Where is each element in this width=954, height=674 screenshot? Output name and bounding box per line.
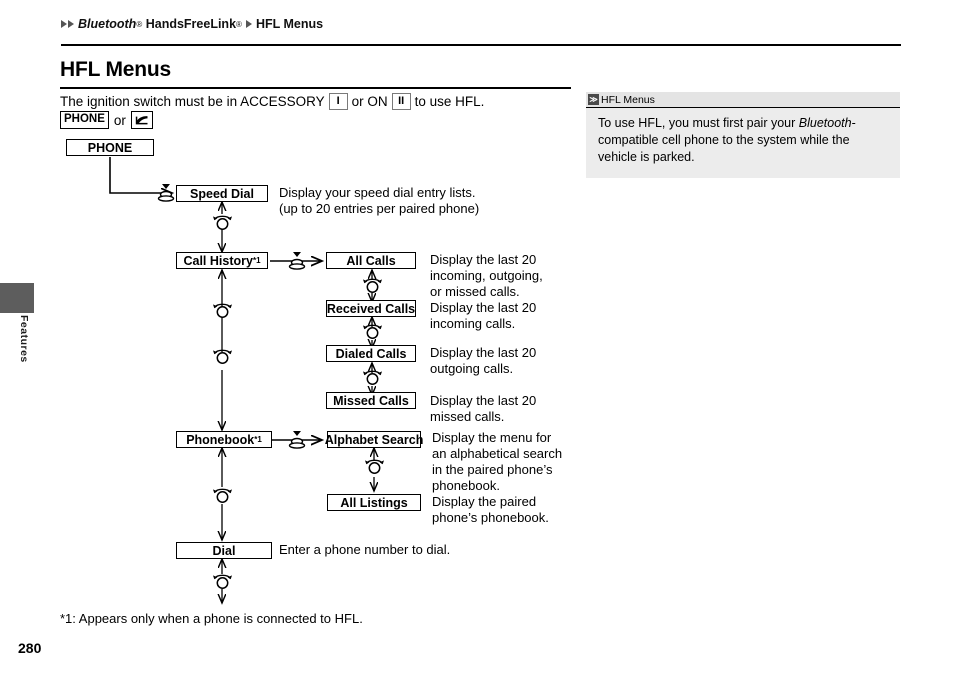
flow-node-phonebook[interactable]: Phonebook *1 [176,431,272,448]
knob-rotate-icon [213,303,232,318]
page-number: 280 [18,640,42,656]
footnote-marker: *1 [254,435,262,444]
flow-node-dialed-calls[interactable]: Dialed Calls [326,345,416,362]
flow-node-received-calls[interactable]: Received Calls [326,300,416,317]
knob-rotate-icon [213,488,232,503]
flow-node-call-history-label: Call History [183,253,253,268]
flow-node-all-calls[interactable]: All Calls [326,252,416,269]
knob-rotate-icon [213,574,232,589]
knob-press-icon [157,184,175,202]
flow-node-call-history[interactable]: Call History *1 [176,252,268,269]
flowchart-connectors [109,157,954,674]
flow-node-all-listings[interactable]: All Listings [327,494,421,511]
flow-node-speed-dial[interactable]: Speed Dial [176,185,268,202]
description-dial: Enter a phone number to dial. [279,542,451,557]
flow-node-alphabet-search[interactable]: Alphabet Search [325,431,423,448]
description-all-listings: Display the paired phone’s phonebook. [432,494,549,525]
flow-node-phone[interactable]: PHONE [66,139,154,156]
description-all-calls: Display the last 20 incoming, outgoing, … [430,252,543,299]
flow-node-phonebook-label: Phonebook [186,432,255,447]
description-speed-dial: Display your speed dial entry lists. (up… [279,185,480,216]
knob-rotate-icon [363,324,382,339]
flow-node-missed-calls[interactable]: Missed Calls [326,392,416,409]
knob-rotate-icon [213,349,232,364]
flow-node-dial[interactable]: Dial [176,542,272,559]
knob-rotate-icon [213,215,232,230]
footnote-text: *1: Appears only when a phone is connect… [60,611,363,626]
description-received-calls: Display the last 20 incoming calls. [430,300,537,331]
footnote-marker: *1 [252,256,261,265]
knob-rotate-icon [363,370,382,385]
description-alphabet-search: Display the menu for an alphabetical sea… [432,430,563,493]
knob-rotate-icon [365,459,384,474]
knob-press-icon [288,252,306,270]
knob-press-icon [288,431,306,449]
knob-rotate-icon [363,278,382,293]
hfl-menu-flowchart: PHONE Speed Dial Call History *1 All Call… [0,0,954,674]
description-missed-calls: Display the last 20 missed calls. [430,393,537,424]
description-dialed-calls: Display the last 20 outgoing calls. [430,345,537,376]
